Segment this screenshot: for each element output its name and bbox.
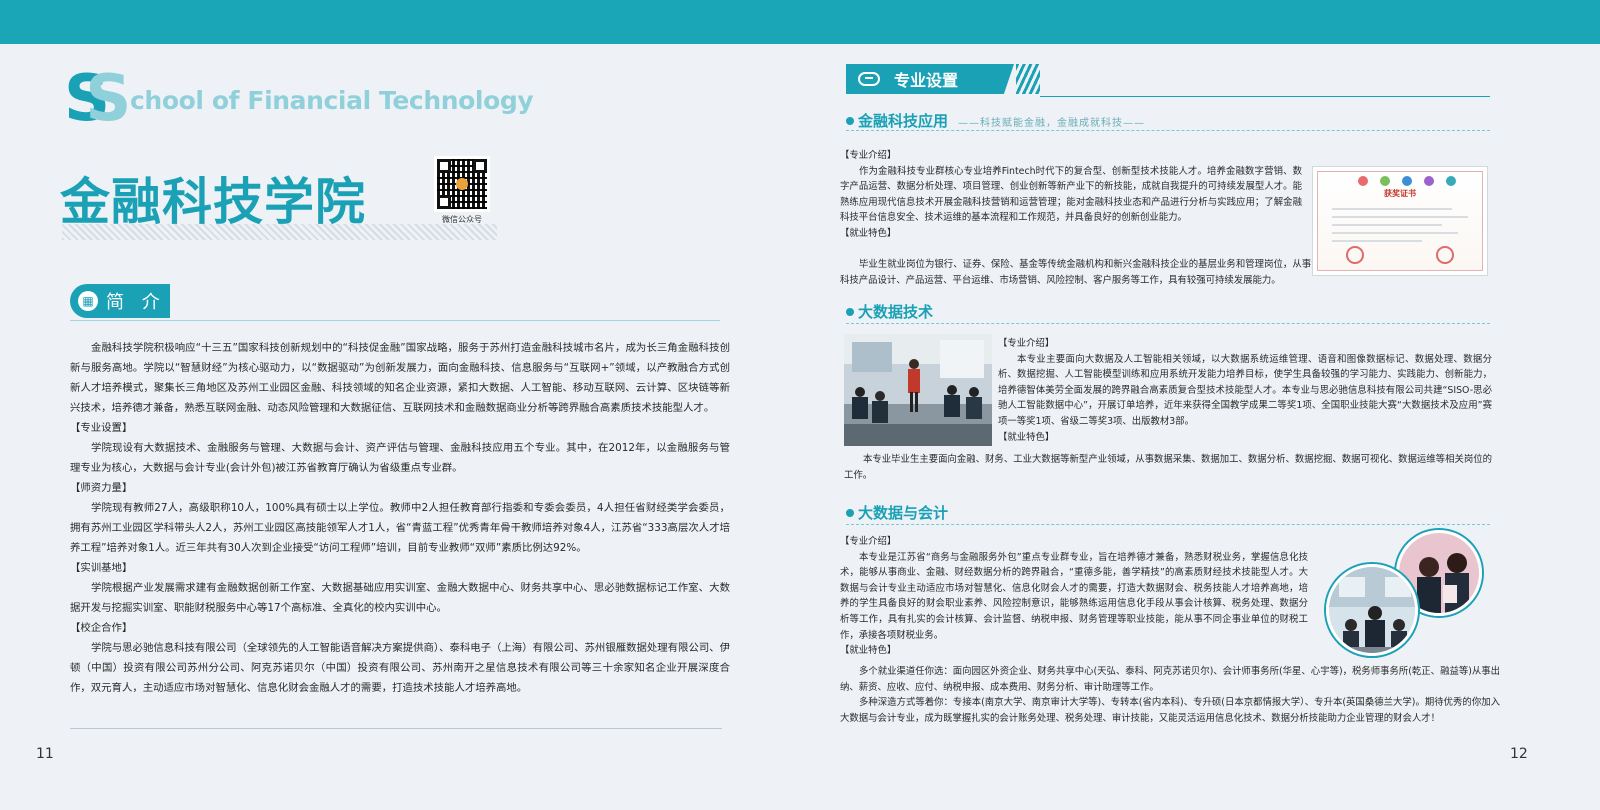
top-banner [0,0,1600,44]
section-heading: 【师资力量】 [70,482,133,494]
major-bigdata-career: 本专业毕业生主要面向金融、财务、工业大数据等新型产业领域，从事数据采集、数据加工… [844,454,1492,481]
bullet-icon [846,307,854,316]
bullet-icon [846,116,854,125]
office-photo-circle [1326,564,1418,656]
major-title-accounting: 大数据与会计 [846,502,948,523]
seal-icon [1436,246,1454,264]
section-header: 专业设置 [846,64,1014,94]
major-fintech-career: 毕业生就业岗位为银行、证券、保险、基金等传统金融机构和新兴金融科技企业的基层业务… [840,259,1330,286]
header-stripes [1016,64,1040,94]
school-logo: SS chool of Financial Technology [64,62,534,136]
dashed-divider [846,524,1490,525]
header-rule [1040,96,1490,97]
intro-heading: ▦ 简 介 [70,284,170,318]
right-page: 专业设置 金融科技应用 ——科技赋能金融，金融成就科技—— 【专业介绍】 作为金… [810,44,1600,810]
section-paragraph: 学院根据产业发展需求建有金融数据创新工作室、大数据基础应用实训室、金融大数据中心… [70,582,730,614]
logo-monogram: SS [64,62,131,136]
major-bigdata-text: 【专业介绍】 本专业主要面向大数据及人工智能相关领域，以大数据系统运维管理、语音… [998,338,1492,443]
bullet-icon [846,508,854,517]
major-accounting-career: 多个就业渠道任你选：面向园区外资企业、财务共享中心(天弘、泰科、阿克苏诺贝尔)、… [840,666,1500,724]
classroom-photo [844,334,992,446]
bottom-divider [70,728,722,729]
intro-divider [70,320,720,321]
page-number: 12 [1510,746,1528,762]
section-heading: 【校企合作】 [70,622,133,634]
intro-body: 金融科技学院积极响应“十三五”国家科技创新规划中的“科技促金融”国家战略，服务于… [70,338,730,698]
section-paragraph: 学院现设有大数据技术、金融服务与管理、大数据与会计、资产评估与管理、金融科技应用… [70,442,730,474]
section-heading: 【专业设置】 [70,422,133,434]
certificate-title: 获奖证书 [1384,189,1416,198]
title-hatch-decoration [62,224,497,240]
qr-caption: 微信公众号 [442,215,482,224]
section-paragraph: 学院与思必驰信息科技有限公司（全球领先的人工智能语音解决方案提供商）、泰科电子（… [70,642,731,694]
seal-icon [1346,246,1364,264]
logo-text: chool of Financial Technology [130,86,534,115]
major-title-fintech: 金融科技应用 [846,110,948,131]
dashed-divider [846,323,1490,324]
left-page: SS chool of Financial Technology 金融科技学院 … [0,44,790,810]
dashed-divider [846,130,1490,131]
page-number: 11 [36,746,54,762]
section-paragraph: 学院现有教师27人，高级职称10人，100%具有硕士以上学位。教师中2人担任教育… [70,502,730,554]
major-accounting-text: 【专业介绍】 本专业是江苏省“商务与金融服务外包”重点专业群专业，旨在培养德才兼… [840,536,1308,657]
major-tagline: ——科技赋能金融，金融成就科技—— [958,118,1145,129]
intro-paragraph: 金融科技学院积极响应“十三五”国家科技创新规划中的“科技促金融”国家战略，服务于… [70,342,730,414]
major-fintech-text: 【专业介绍】 作为金融科技专业群核心专业培养Fintech时代下的复合型、创新型… [840,150,1302,239]
pen-icon [858,72,880,86]
major-title-bigdata: 大数据技术 [846,301,933,322]
qr-code-icon [434,156,490,212]
section-heading: 【实训基地】 [70,562,133,574]
book-icon: ▦ [78,291,98,311]
award-certificate-image: 获奖证书 [1312,166,1488,276]
